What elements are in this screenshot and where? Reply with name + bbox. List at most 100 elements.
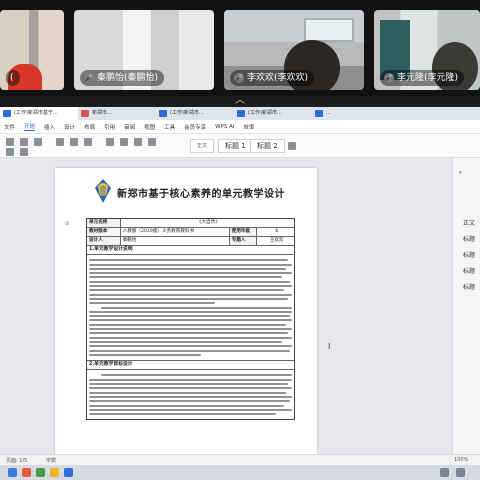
table-row: 单元名称 《大自然》: [87, 219, 294, 228]
menu-file[interactable]: 文件: [4, 123, 15, 131]
table-cell: 王欢欢: [269, 238, 284, 243]
table-cell: 单元名称: [87, 219, 121, 227]
menu-insert[interactable]: 插入: [44, 123, 55, 131]
menu-ai[interactable]: WPS AI: [215, 124, 234, 130]
style-heading-2[interactable]: 标题 2: [250, 139, 285, 153]
menu-bar: 文件 开始 插入 设计 布局 引用 审阅 视图 工具 会员专享 WPS AI 效…: [0, 120, 480, 134]
section-body: [87, 370, 294, 419]
highlight-icon[interactable]: [20, 148, 28, 156]
participant-name: (: [10, 73, 14, 83]
collapse-strip-icon[interactable]: ︿: [232, 96, 248, 106]
document-tab[interactable]: (工作)新郑市基于...: [0, 107, 78, 120]
document-tab[interactable]: 新郑市...: [78, 107, 156, 120]
style-pane-item[interactable]: 标题: [463, 266, 475, 275]
style-heading-1[interactable]: 标题 1: [218, 139, 253, 153]
table-row: 设计人 秦鹏怡 专题人 王欢欢: [87, 237, 294, 246]
tab-label: (工作)新郑市基于...: [14, 110, 58, 116]
clock-icon[interactable]: [456, 468, 465, 477]
pdf-icon: [81, 110, 89, 117]
table-cell: 专题人: [229, 237, 258, 245]
menu-tools[interactable]: 工具: [164, 123, 175, 131]
participant-tile[interactable]: (: [0, 10, 64, 90]
tab-label: ...: [326, 110, 331, 116]
document-tab-bar: (工作)新郑市基于... 新郑市... (工作)新郑市... (工作)新郑市..…: [0, 107, 480, 120]
mic-muted-icon: 🎤: [384, 73, 394, 83]
doc-icon: [159, 110, 167, 117]
participant-tile[interactable]: 🎤 李欢欢(李欢欢): [224, 10, 364, 90]
align-center-icon[interactable]: [120, 138, 128, 146]
os-taskbar: [0, 465, 480, 480]
app-icon[interactable]: [22, 468, 31, 477]
table-cell: 设计人: [87, 237, 121, 245]
page-indicator: 页面: 1/5: [6, 458, 28, 464]
style-pane-item[interactable]: 正文: [463, 218, 475, 227]
menu-design[interactable]: 设计: [64, 123, 75, 131]
style-pane: ▾ 正文 标题 标题 标题 标题: [452, 158, 480, 454]
tab-label: (工作)新郑市...: [170, 110, 204, 116]
menu-review[interactable]: 审阅: [124, 123, 135, 131]
bold-icon[interactable]: [56, 138, 64, 146]
table-marker: ①: [65, 221, 70, 227]
tray-icon[interactable]: [440, 468, 449, 477]
participant-name: 李元隆(李元隆): [397, 73, 459, 83]
mouse-cursor-icon: I: [328, 342, 331, 351]
table-cell: 教材版本: [87, 228, 121, 236]
wps-icon[interactable]: [64, 468, 73, 477]
table-cell: 使用年级: [229, 228, 258, 236]
menu-home[interactable]: 开始: [24, 122, 36, 131]
document-tab[interactable]: (工作)新郑市...: [156, 107, 234, 120]
styles-more-icon[interactable]: [288, 142, 296, 150]
underline-icon[interactable]: [84, 138, 92, 146]
style-pane-item[interactable]: 标题: [463, 282, 475, 291]
mic-muted-icon: 🎤: [84, 73, 94, 83]
align-left-icon[interactable]: [106, 138, 114, 146]
start-icon[interactable]: [8, 468, 17, 477]
menu-view[interactable]: 视图: [144, 123, 155, 131]
participant-name: 李欢欢(李欢欢): [247, 73, 309, 83]
document-tab[interactable]: (工作)新郑市...: [234, 107, 312, 120]
table-cell: 《大自然》: [196, 220, 220, 225]
document-canvas[interactable]: 新郑市基于核心素养的单元教学设计 ① 单元名称 《大自然》 教材版本 人教版（2…: [0, 158, 452, 458]
menu-member[interactable]: 会员专享: [184, 123, 206, 131]
tab-label: 新郑市...: [92, 110, 112, 116]
pane-header: ▾: [459, 170, 462, 176]
word-count[interactable]: 字数: [46, 457, 56, 464]
status-bar: 页面: 1/5 字数 100%: [0, 454, 480, 465]
participant-name: 秦鹏怡(秦鹏怡): [97, 73, 159, 83]
section-heading: 2.单元教学目标设计: [87, 360, 294, 371]
app-icon[interactable]: [36, 468, 45, 477]
participant-name-tag: (: [6, 70, 20, 86]
style-pane-item[interactable]: 标题: [463, 234, 475, 243]
cut-icon[interactable]: [20, 138, 28, 146]
style-normal[interactable]: 正文: [190, 139, 215, 153]
participant-name-tag: 🎤 李欢欢(李欢欢): [230, 70, 315, 86]
section-heading: 1.单元教学设计说明: [87, 246, 294, 255]
line-spacing-icon[interactable]: [148, 138, 156, 146]
paste-icon[interactable]: [6, 138, 14, 146]
tab-label: (工作)新郑市...: [248, 110, 282, 116]
table-cell: 8: [275, 229, 279, 234]
lesson-plan-table[interactable]: 单元名称 《大自然》 教材版本 人教版（2019版）义务教育教科书 使用年级 8…: [86, 218, 295, 421]
participant-tile[interactable]: 🎤 秦鹏怡(秦鹏怡): [74, 10, 214, 90]
participant-name-tag: 🎤 李元隆(李元隆): [380, 70, 465, 86]
zoom-level[interactable]: 100%: [454, 457, 468, 463]
menu-references[interactable]: 引用: [104, 123, 115, 131]
align-right-icon[interactable]: [134, 138, 142, 146]
section-body: [87, 255, 294, 360]
participant-tile[interactable]: 🎤 李元隆(李元隆): [374, 10, 480, 90]
copy-icon[interactable]: [34, 138, 42, 146]
folder-icon[interactable]: [50, 468, 59, 477]
font-color-icon[interactable]: [6, 148, 14, 156]
school-logo-icon: [95, 179, 111, 203]
style-pane-item[interactable]: 标题: [463, 250, 475, 259]
menu-efficiency[interactable]: 效率: [244, 123, 255, 131]
background-window: [304, 18, 354, 42]
table-cell: 人教版（2019版）义务教育教科书: [121, 228, 230, 236]
menu-layout[interactable]: 布局: [84, 123, 95, 131]
document-tab[interactable]: ...: [312, 107, 390, 120]
document-page[interactable]: 新郑市基于核心素养的单元教学设计 ① 单元名称 《大自然》 教材版本 人教版（2…: [55, 168, 317, 458]
doc-icon: [315, 110, 323, 117]
table-row: 教材版本 人教版（2019版）义务教育教科书 使用年级 8: [87, 228, 294, 237]
ribbon-toolbar: 正文 标题 1 标题 2: [0, 134, 480, 158]
italic-icon[interactable]: [70, 138, 78, 146]
